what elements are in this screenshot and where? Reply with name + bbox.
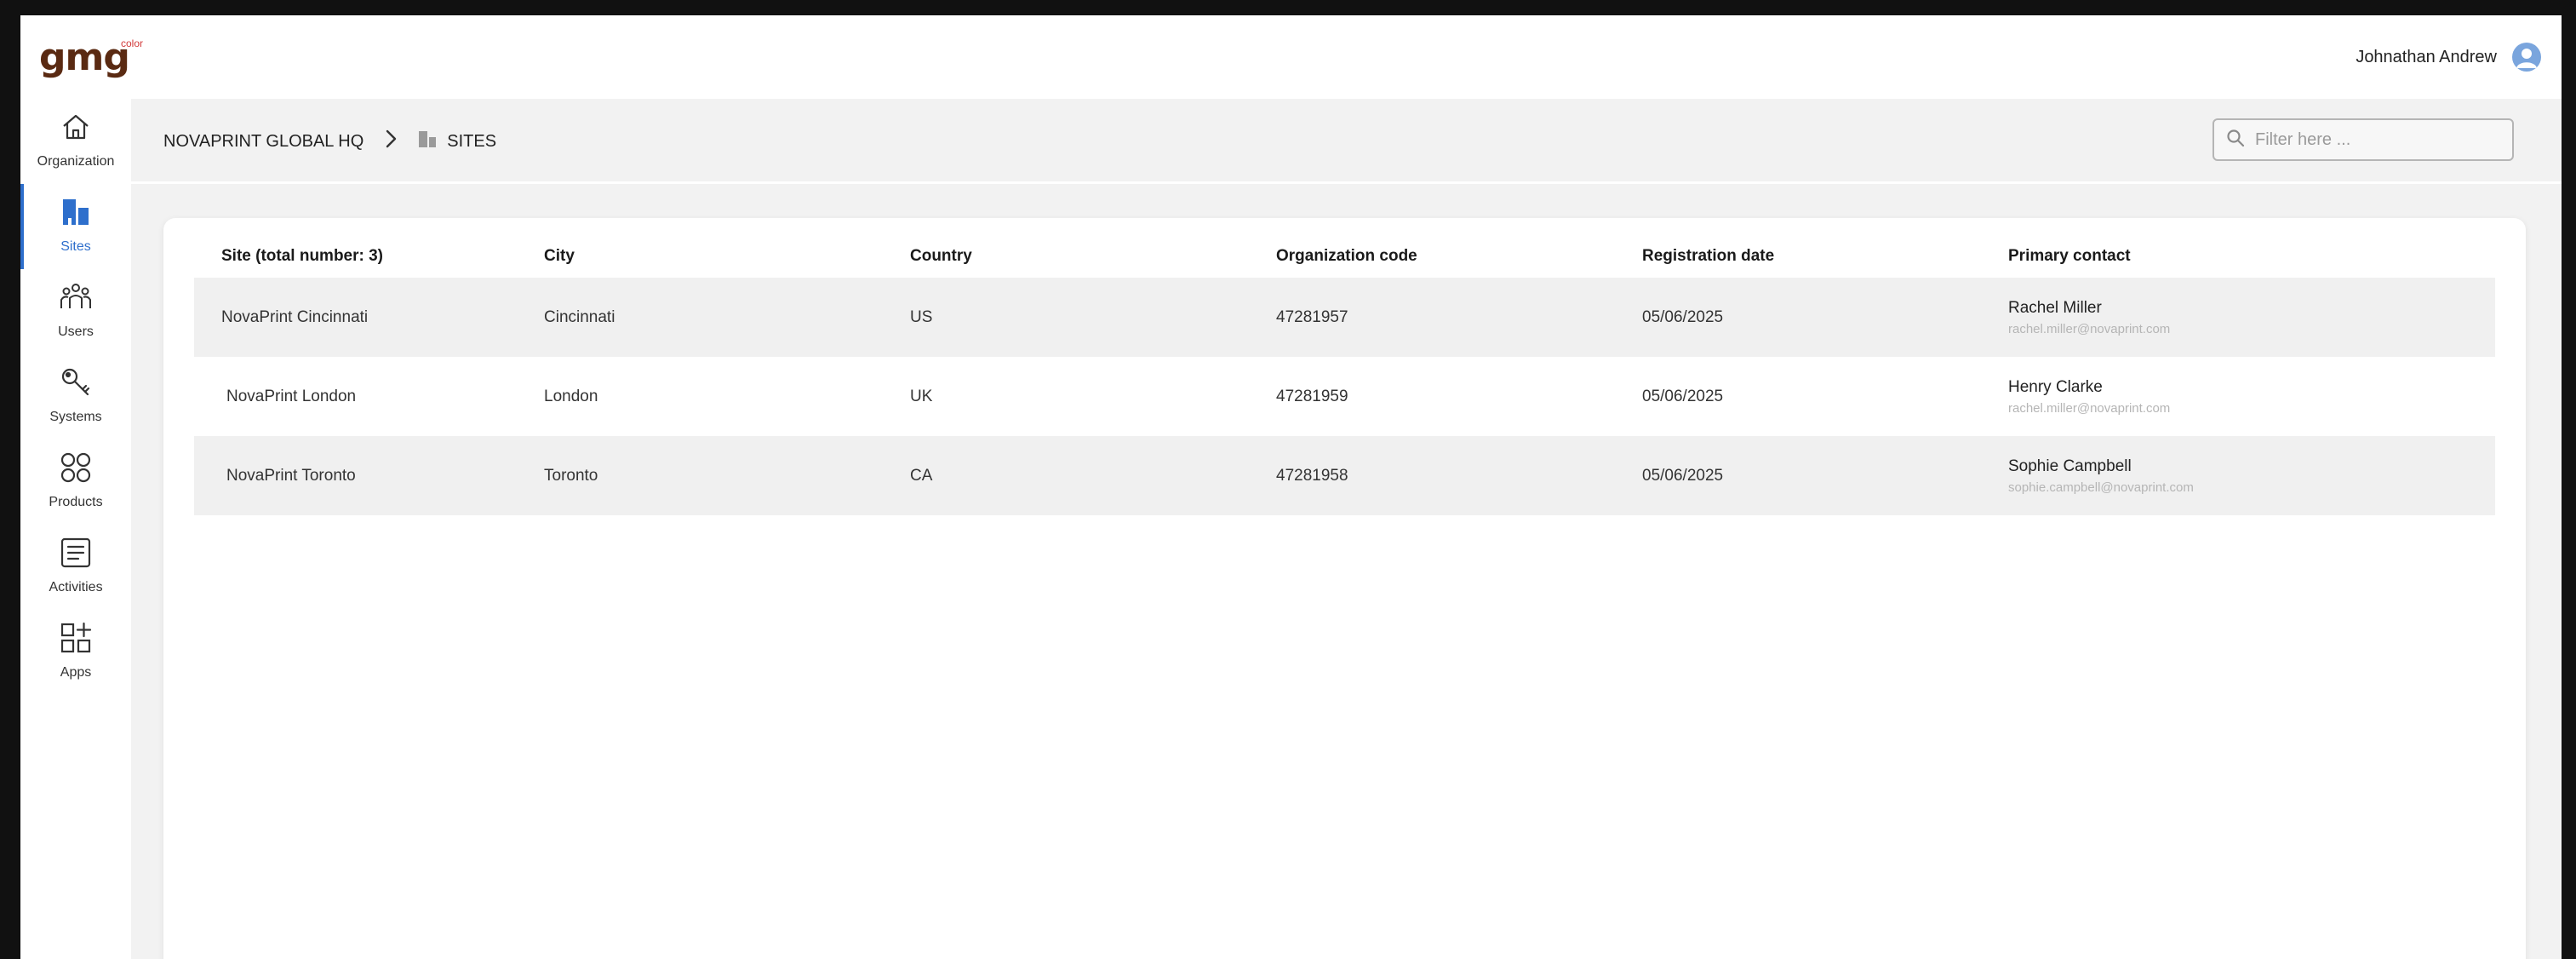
filter-box[interactable] xyxy=(2212,118,2514,161)
sites-card: Site (total number: 3) City Country Orga… xyxy=(163,218,2526,959)
sidebar: Organization Sites Users Systems Product… xyxy=(20,99,131,959)
contact-name: Sophie Campbell xyxy=(2008,457,2132,475)
column-header-site[interactable]: Site (total number: 3) xyxy=(194,247,544,266)
home-icon xyxy=(60,111,92,147)
sidebar-item-label: Activities xyxy=(49,580,103,594)
cell-country: CA xyxy=(910,466,933,485)
contact-email: rachel.miller@novaprint.com xyxy=(2008,321,2171,336)
table-row[interactable]: NovaPrint London London UK 47281959 05/0… xyxy=(194,357,2495,436)
sidebar-item-apps[interactable]: Apps xyxy=(20,610,131,686)
cell-registration-date: 05/06/2025 xyxy=(1642,307,1724,326)
table-row[interactable]: NovaPrint Toronto Toronto CA 47281958 05… xyxy=(194,436,2495,515)
users-icon xyxy=(59,281,93,318)
column-header-city[interactable]: City xyxy=(544,247,910,266)
cell-city: London xyxy=(544,387,598,405)
breadcrumb: NOVAPRINT GLOBAL HQ SITES xyxy=(163,99,496,184)
gmg-logo[interactable]: gmg color xyxy=(39,37,150,89)
products-icon xyxy=(60,451,92,488)
sidebar-item-label: Products xyxy=(49,495,103,509)
cell-primary-contact: Henry Clarke rachel.miller@novaprint.com xyxy=(2008,378,2495,416)
sidebar-item-systems[interactable]: Systems xyxy=(20,354,131,431)
cell-primary-contact: Rachel Miller rachel.miller@novaprint.co… xyxy=(2008,299,2495,336)
contact-email: rachel.miller@novaprint.com xyxy=(2008,400,2171,416)
cell-registration-date: 05/06/2025 xyxy=(1642,466,1724,485)
cell-city: Toronto xyxy=(544,466,598,485)
sidebar-item-label: Apps xyxy=(60,665,92,680)
sidebar-item-activities[interactable]: Activities xyxy=(20,525,131,601)
sidebar-item-organization[interactable]: Organization xyxy=(20,99,131,175)
search-icon xyxy=(2226,129,2245,152)
sidebar-item-products[interactable]: Products xyxy=(20,439,131,516)
sidebar-item-label: Users xyxy=(58,324,94,339)
column-header-primary-contact[interactable]: Primary contact xyxy=(2008,247,2495,266)
sidebar-item-sites[interactable]: Sites xyxy=(20,184,131,269)
chevron-right-icon xyxy=(381,129,401,154)
breadcrumb-current: SITES xyxy=(418,129,496,153)
cell-site: NovaPrint London xyxy=(226,387,357,405)
user-menu[interactable]: Johnathan Andrew xyxy=(2356,39,2541,75)
apps-icon xyxy=(60,622,92,658)
cell-organization-code: 47281957 xyxy=(1276,307,1348,326)
column-header-country[interactable]: Country xyxy=(910,247,1276,266)
cell-site: NovaPrint Cincinnati xyxy=(221,307,369,326)
breadcrumb-bar: NOVAPRINT GLOBAL HQ SITES xyxy=(131,99,2562,184)
sidebar-item-label: Organization xyxy=(37,154,115,169)
app-window: gmg color Johnathan Andrew Organization … xyxy=(20,15,2562,959)
cell-site: NovaPrint Toronto xyxy=(226,466,356,485)
cell-country: UK xyxy=(910,387,933,405)
sidebar-item-label: Sites xyxy=(60,239,91,254)
logo-text: gmg xyxy=(39,36,130,79)
column-header-registration-date[interactable]: Registration date xyxy=(1642,247,2008,266)
cell-city: Cincinnati xyxy=(544,307,615,326)
table-row[interactable]: NovaPrint Cincinnati Cincinnati US 47281… xyxy=(194,278,2495,357)
cell-primary-contact: Sophie Campbell sophie.campbell@novaprin… xyxy=(2008,457,2495,495)
cell-organization-code: 47281958 xyxy=(1276,466,1348,485)
column-header-organization-code[interactable]: Organization code xyxy=(1276,247,1642,266)
breadcrumb-parent[interactable]: NOVAPRINT GLOBAL HQ xyxy=(163,132,364,152)
filter-input[interactable] xyxy=(2255,129,2502,150)
avatar-icon[interactable] xyxy=(2512,43,2541,72)
cell-registration-date: 05/06/2025 xyxy=(1642,387,1724,405)
cell-organization-code: 47281959 xyxy=(1276,387,1348,405)
cell-country: US xyxy=(910,307,933,326)
contact-name: Henry Clarke xyxy=(2008,377,2103,396)
sidebar-item-users[interactable]: Users xyxy=(20,269,131,346)
sites-icon xyxy=(418,129,437,153)
breadcrumb-current-label: SITES xyxy=(447,131,497,151)
logo-superscript: color xyxy=(121,37,144,49)
top-bar: gmg color Johnathan Andrew xyxy=(20,15,2562,99)
sites-icon xyxy=(60,196,92,233)
user-name: Johnathan Andrew xyxy=(2356,47,2497,66)
table-header: Site (total number: 3) City Country Orga… xyxy=(194,235,2495,278)
sidebar-item-label: Systems xyxy=(49,410,102,424)
sites-table: Site (total number: 3) City Country Orga… xyxy=(194,235,2495,515)
key-icon xyxy=(60,366,92,403)
contact-email: sophie.campbell@novaprint.com xyxy=(2008,480,2194,495)
contact-name: Rachel Miller xyxy=(2008,298,2102,317)
activities-icon xyxy=(60,537,92,573)
